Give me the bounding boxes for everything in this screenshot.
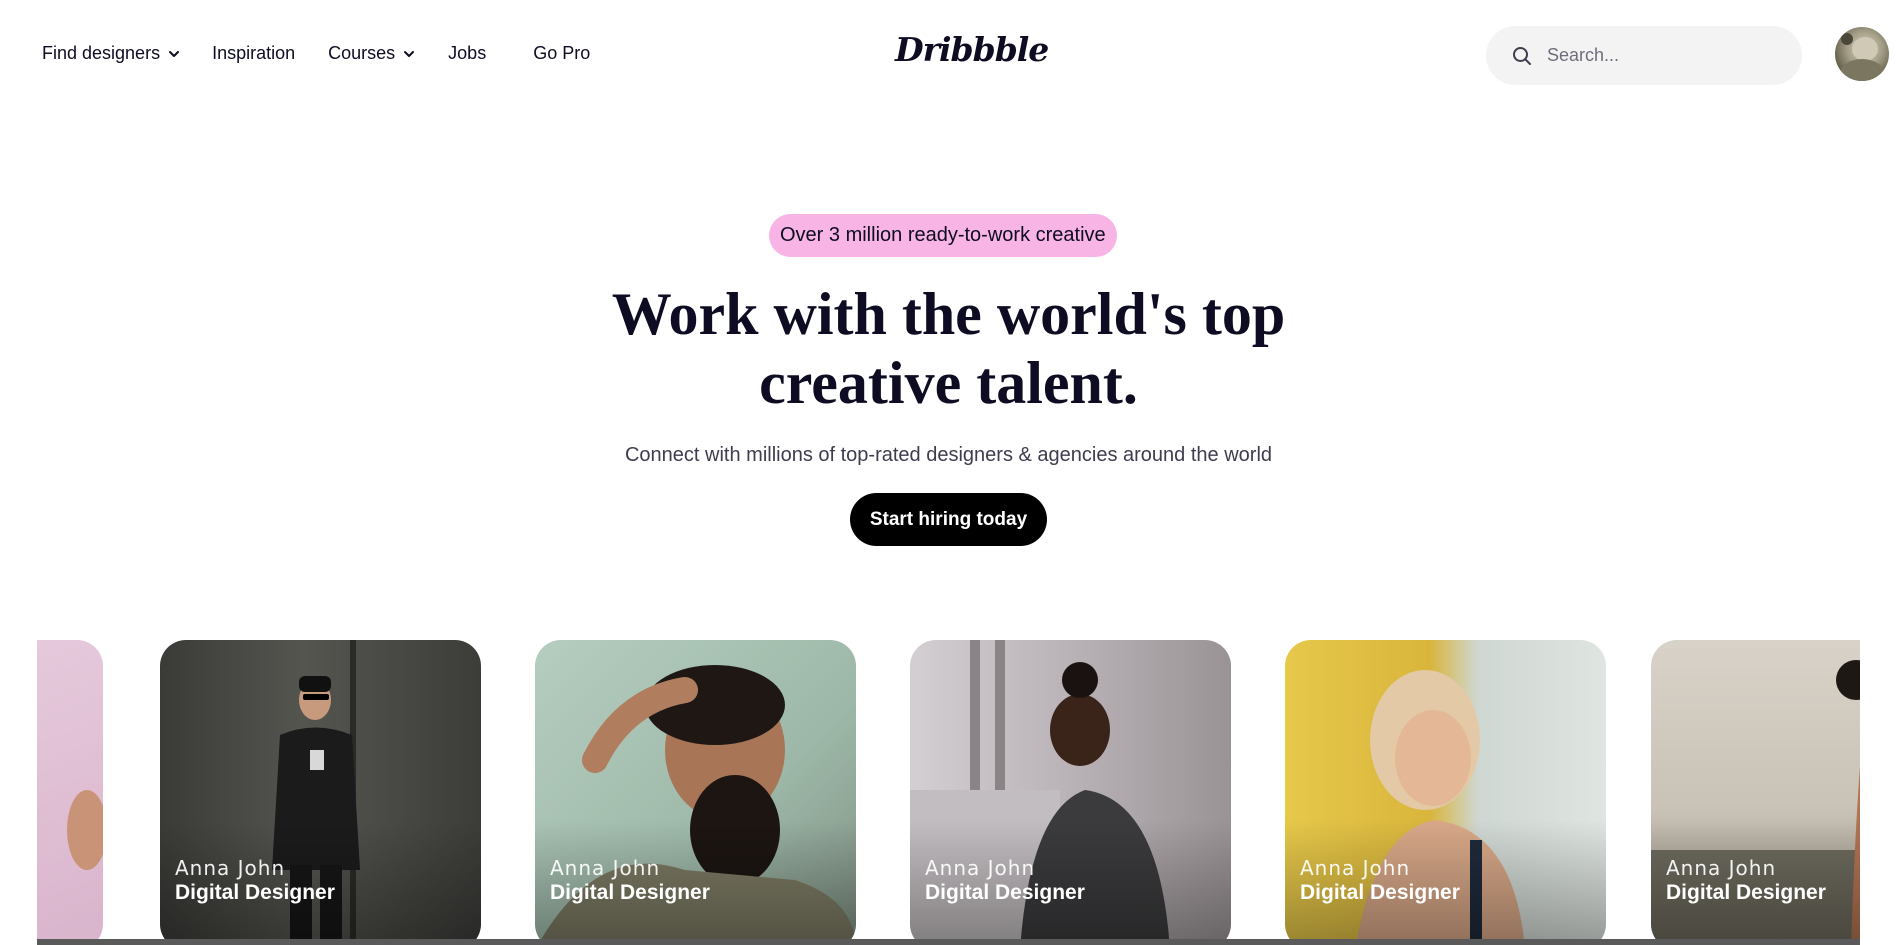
- nav-courses-label: Courses: [328, 43, 396, 63]
- designer-name: Anna John: [1300, 856, 1411, 880]
- page-title-line-2: creative talent.: [759, 350, 1138, 416]
- designer-card[interactable]: Anna John Digital Designer: [160, 640, 481, 945]
- designer-carousel: Anna John Digital Designer Anna John Dig…: [37, 640, 1860, 945]
- nav-go-pro[interactable]: Go Pro: [533, 43, 590, 64]
- nav-jobs[interactable]: Jobs: [448, 43, 486, 64]
- nav-courses[interactable]: Courses: [328, 43, 415, 64]
- avatar-image: [1840, 33, 1884, 81]
- search-icon: [1513, 46, 1531, 65]
- search-input[interactable]: [1547, 45, 1787, 66]
- nav-jobs-label: Jobs: [448, 43, 487, 63]
- designer-role: Digital Designer: [1666, 881, 1826, 904]
- designer-photo: [67, 790, 103, 870]
- designer-role: Digital Designer: [925, 881, 1085, 904]
- nav-find-designers-label: Find designers: [42, 43, 161, 63]
- designer-card[interactable]: Anna John Digital Designer: [1651, 640, 1860, 945]
- nav-inspiration-label: Inspiration: [212, 43, 296, 63]
- designer-name: Anna John: [925, 856, 1036, 880]
- page-title-line-1: Work with the world's top: [611, 281, 1286, 347]
- designer-role: Digital Designer: [175, 881, 335, 904]
- designer-card[interactable]: Anna John Digital Designer: [535, 640, 856, 945]
- start-hiring-button[interactable]: Start hiring today: [850, 493, 1047, 546]
- designer-name: Anna John: [175, 856, 286, 880]
- horizontal-scrollbar[interactable]: [37, 939, 1860, 945]
- designer-name: Anna John: [550, 856, 661, 880]
- chevron-down-icon: [169, 50, 180, 57]
- chevron-down-icon: [404, 50, 415, 57]
- designer-card[interactable]: Anna John Digital Designer: [910, 640, 1231, 945]
- designer-role: Digital Designer: [550, 881, 710, 904]
- hero-subtitle: Connect with millions of top-rated desig…: [624, 444, 1273, 466]
- dribbble-logo[interactable]: Dribbble: [895, 30, 1049, 69]
- nav-find-designers[interactable]: Find designers: [42, 43, 180, 64]
- designer-name: Anna John: [1666, 856, 1777, 880]
- designer-role: Digital Designer: [1300, 881, 1460, 904]
- main-nav: Find designers Inspiration Courses Jobs …: [42, 43, 590, 64]
- nav-inspiration[interactable]: Inspiration: [212, 43, 295, 64]
- designer-card[interactable]: Anna John Digital Designer: [1285, 640, 1606, 945]
- landing-page: Find designers Inspiration Courses Jobs …: [0, 0, 1897, 945]
- avatar[interactable]: [1835, 27, 1889, 81]
- page-title: Work with the world's top creative talen…: [0, 280, 1897, 418]
- designer-card-partial-left[interactable]: [37, 640, 103, 945]
- nav-go-pro-label: Go Pro: [533, 43, 591, 63]
- search-box[interactable]: [1486, 26, 1802, 85]
- talent-count-badge: Over 3 million ready-to-work creative: [769, 214, 1117, 257]
